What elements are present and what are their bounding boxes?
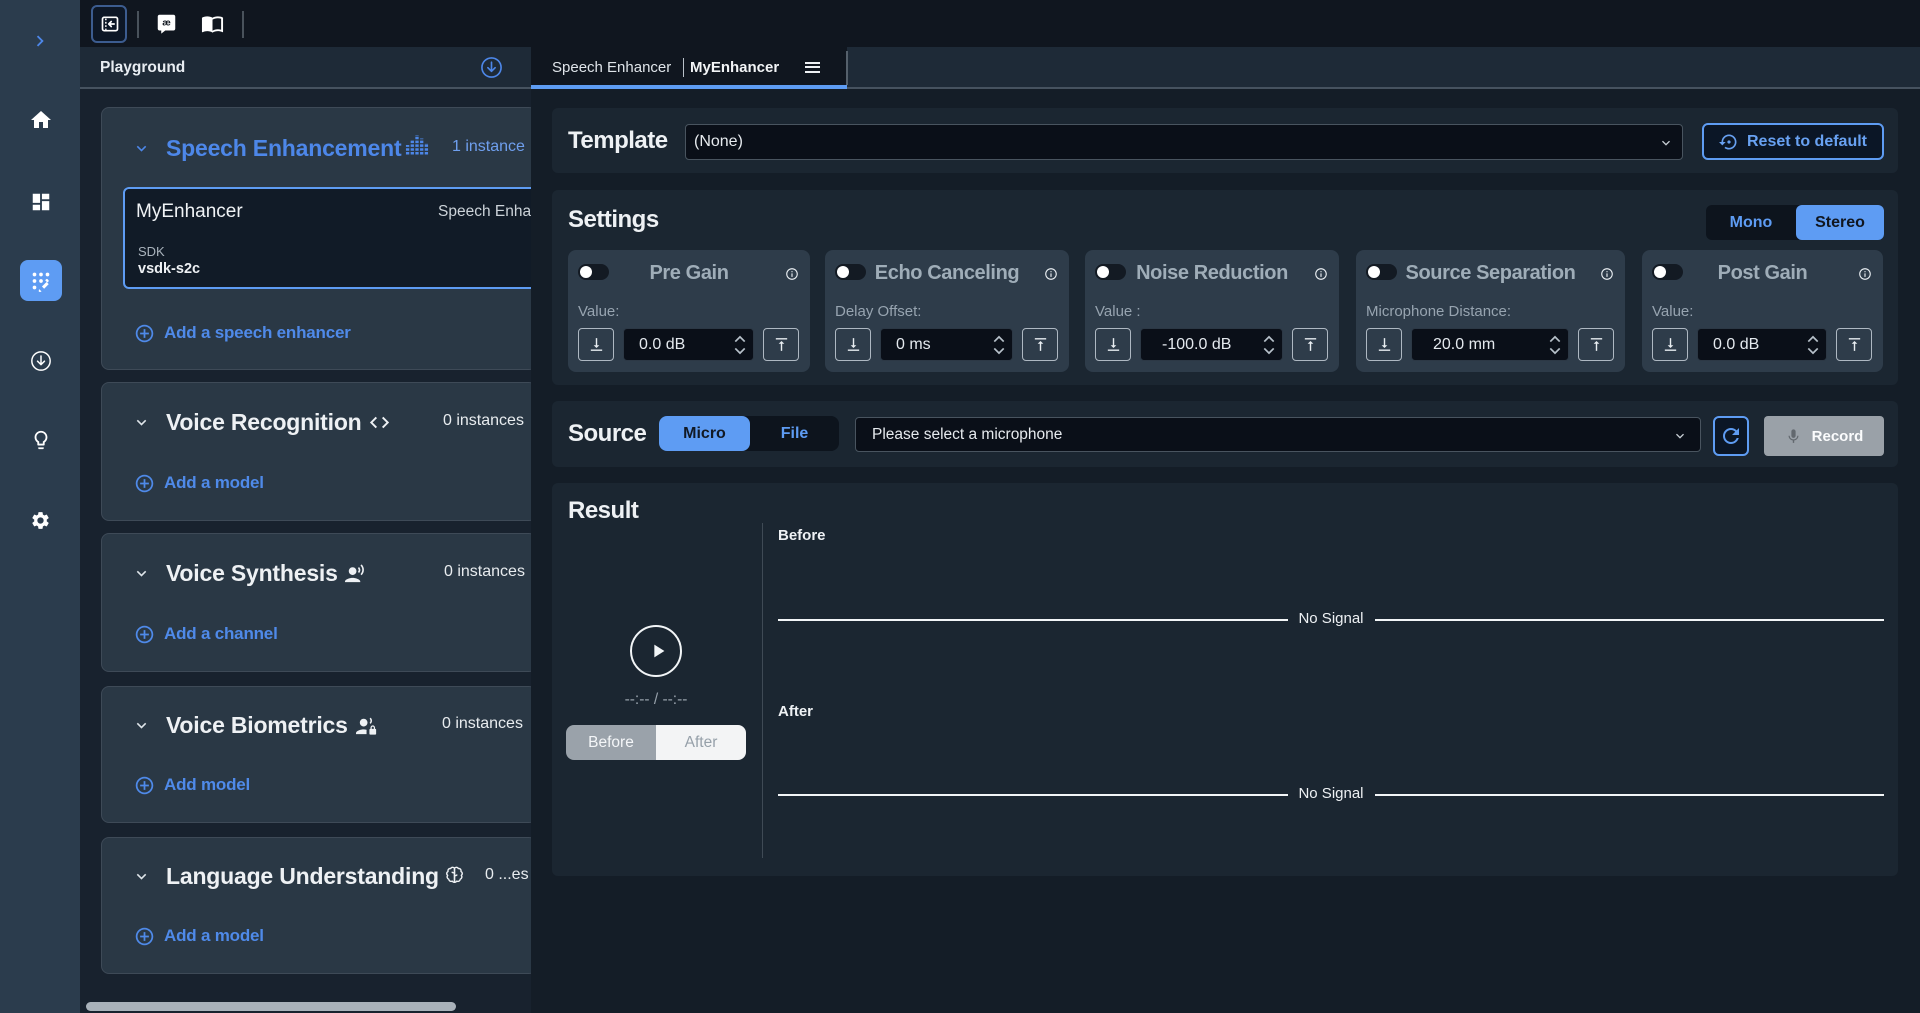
svg-text:æ: æ: [162, 18, 171, 29]
